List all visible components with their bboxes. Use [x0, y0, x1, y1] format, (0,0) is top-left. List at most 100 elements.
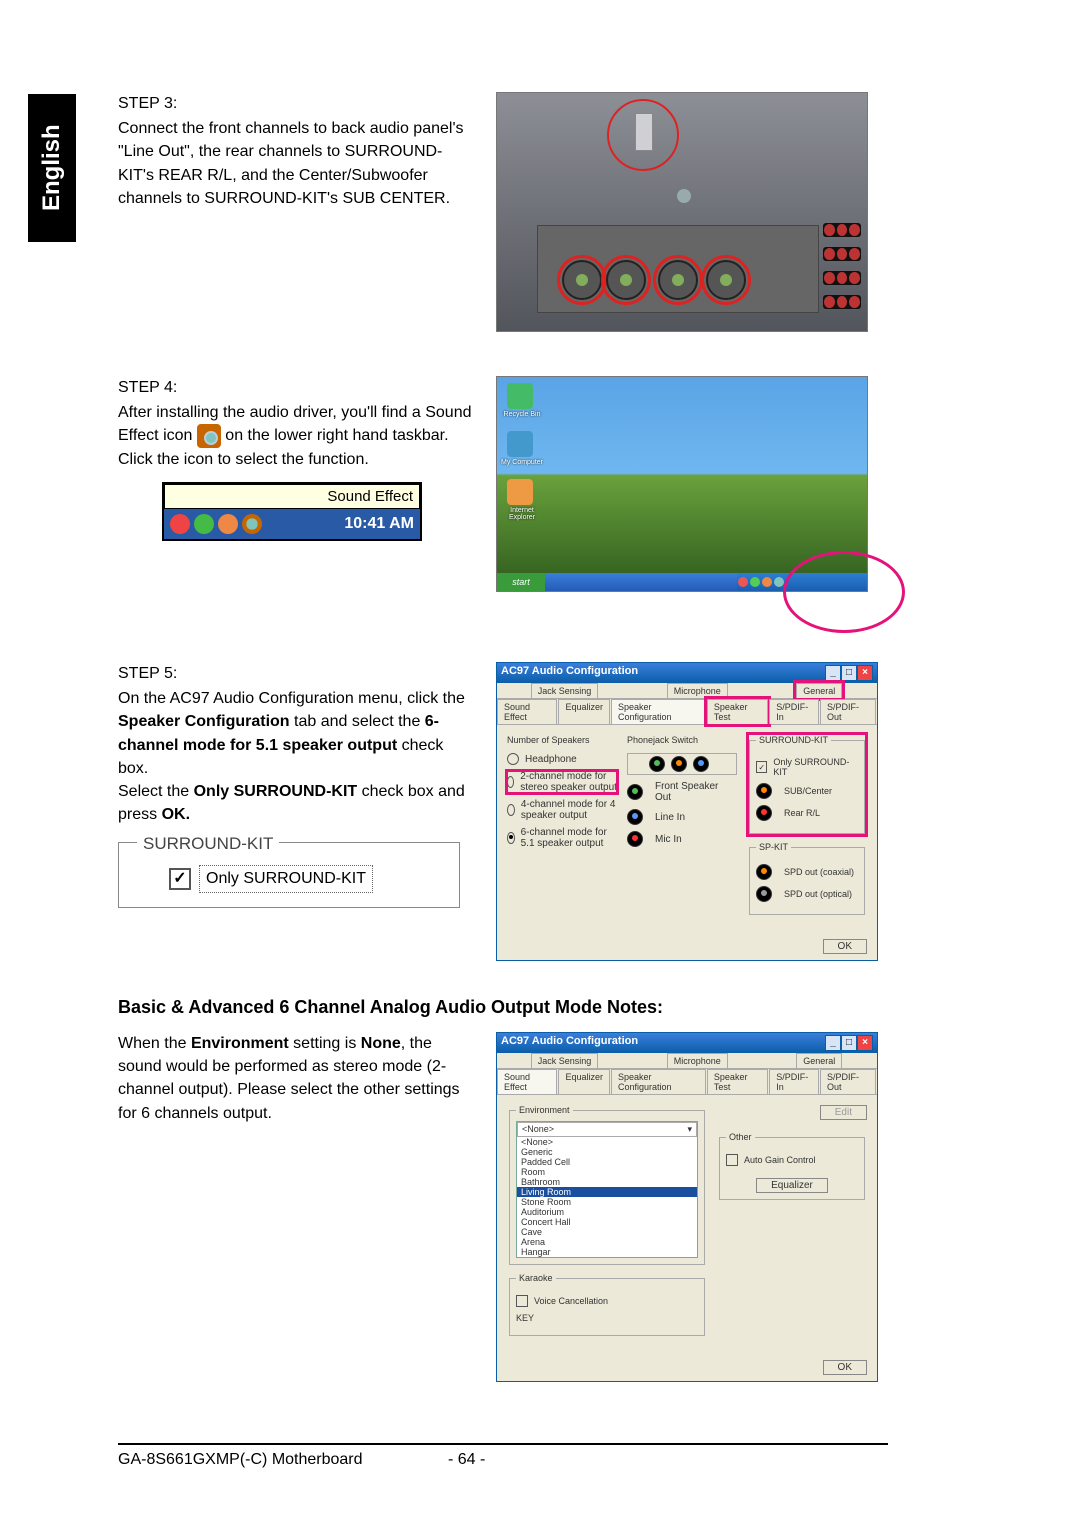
desktop-screenshot: Recycle Bin My Computer Internet Explore…: [496, 376, 868, 592]
step4-line1: After installing the audio driver, you'l…: [118, 401, 478, 448]
footer-model: GA-8S661GXMP(-C) Motherboard: [118, 1451, 448, 1469]
callout-circle: [783, 551, 905, 633]
phonejack-label: Phonejack Switch: [627, 735, 737, 745]
edit-button[interactable]: Edit: [820, 1105, 867, 1120]
step3-body: Connect the front channels to back audio…: [118, 117, 478, 210]
voice-cancel-checkbox[interactable]: [516, 1295, 528, 1307]
agc-checkbox[interactable]: [726, 1154, 738, 1166]
env-option[interactable]: Hangar: [517, 1247, 697, 1257]
minimize-icon[interactable]: _: [825, 665, 841, 681]
minimize-icon[interactable]: _: [825, 1035, 841, 1051]
step4-line1a: After installing the audio driver, you'l…: [118, 404, 472, 421]
start-button: start: [497, 573, 545, 591]
text: OK.: [162, 806, 190, 823]
jack-mic-icon: [627, 831, 643, 847]
ac97-config-dialog-1: AC97 Audio Configuration _□× Jack Sensin…: [496, 662, 878, 961]
text: When the: [118, 1035, 191, 1052]
desktop-ie-icon: [507, 479, 533, 505]
tab-speaker-test[interactable]: Speaker Test: [707, 1069, 768, 1094]
text: Speaker Configuration: [118, 713, 290, 730]
kit-legend: SURROUND-KIT: [756, 735, 831, 745]
tab-jack-sensing[interactable]: Jack Sensing: [531, 683, 599, 698]
env-option[interactable]: Padded Cell: [517, 1157, 697, 1167]
kit-rear-label: Rear R/L: [784, 808, 820, 818]
text: Only SURROUND-KIT: [194, 783, 358, 800]
tab-jack-sensing[interactable]: Jack Sensing: [531, 1053, 599, 1068]
step5-header: STEP 5:: [118, 662, 478, 685]
sound-effect-tray-icon: [242, 514, 262, 534]
tray-clock: 10:41 AM: [344, 512, 414, 535]
environment-dropdown[interactable]: <None>▾ <None>GenericPadded CellRoomBath…: [516, 1121, 698, 1258]
surround-kit-box: SURROUND-KIT Only SURROUND-KIT: [118, 842, 460, 907]
radio-6ch-label: 6-channel mode for 5.1 speaker output: [521, 827, 617, 849]
only-surround-kit-cb[interactable]: [756, 761, 767, 773]
env-option[interactable]: Living Room: [517, 1187, 697, 1197]
other-legend: Other: [726, 1132, 755, 1142]
env-option[interactable]: Auditorium: [517, 1207, 697, 1217]
env-option[interactable]: Room: [517, 1167, 697, 1177]
kit-rear-icon: [756, 805, 772, 821]
chevron-down-icon: ▾: [687, 1124, 692, 1135]
text: None: [361, 1035, 401, 1052]
kit-sub-label: SUB/Center: [784, 786, 832, 796]
key-label: KEY: [516, 1313, 534, 1323]
env-option[interactable]: Arena: [517, 1237, 697, 1247]
tab-general[interactable]: General: [796, 1053, 842, 1068]
radio-headphone-label: Headphone: [525, 754, 577, 765]
close-icon[interactable]: ×: [857, 665, 873, 681]
tray-icon: [194, 514, 214, 534]
ok-button[interactable]: OK: [823, 939, 867, 954]
tab-speaker-configuration[interactable]: Speaker Configuration: [611, 699, 706, 724]
env-option[interactable]: Stone Room: [517, 1197, 697, 1207]
tab-speaker-configuration[interactable]: Speaker Configuration: [611, 1069, 706, 1094]
tab-microphone[interactable]: Microphone: [667, 1053, 728, 1068]
radio-4ch[interactable]: [507, 804, 515, 816]
sound-effect-icon: [197, 424, 221, 448]
ok-button[interactable]: OK: [823, 1360, 867, 1375]
tab-spdif-out[interactable]: S/PDIF-Out: [820, 1069, 876, 1094]
ac97-config-dialog-2: AC97 Audio Configuration _□× Jack Sensin…: [496, 1032, 878, 1382]
tab-spdif-out[interactable]: S/PDIF-Out: [820, 699, 876, 724]
radio-4ch-label: 4-channel mode for 4 speaker output: [521, 799, 617, 821]
env-selected: <None>: [522, 1124, 554, 1135]
tab-spdif-in[interactable]: S/PDIF-In: [769, 699, 819, 724]
text: tab and select the: [290, 713, 425, 730]
jack-front-label: Front Speaker Out: [655, 781, 737, 803]
only-surround-kit-label: Only SURROUND-KIT: [199, 865, 373, 892]
env-option[interactable]: <None>: [517, 1137, 697, 1147]
maximize-icon[interactable]: □: [841, 665, 857, 681]
env-option[interactable]: Generic: [517, 1147, 697, 1157]
maximize-icon[interactable]: □: [841, 1035, 857, 1051]
step4-line1b: Effect icon: [118, 428, 197, 445]
tab-sound-effect[interactable]: Sound Effect: [497, 1069, 557, 1094]
tab-equalizer[interactable]: Equalizer: [558, 699, 610, 724]
close-icon[interactable]: ×: [857, 1035, 873, 1051]
text: setting is: [289, 1035, 361, 1052]
step3-illustration: [496, 92, 868, 332]
only-surround-kit-checkbox[interactable]: [169, 868, 191, 890]
step5-p1: On the AC97 Audio Configuration menu, cl…: [118, 687, 478, 780]
tab-sound-effect[interactable]: Sound Effect: [497, 699, 557, 724]
footer-page: - 64 -: [448, 1451, 568, 1469]
radio-2ch[interactable]: [507, 776, 514, 788]
tab-general[interactable]: General: [796, 683, 842, 698]
num-speakers-label: Number of Speakers: [507, 735, 617, 745]
taskbar-screenshot: Sound Effect 10:41 AM: [162, 482, 422, 541]
kit-sub-icon: [756, 783, 772, 799]
tab-spdif-in[interactable]: S/PDIF-In: [769, 1069, 819, 1094]
tab-microphone[interactable]: Microphone: [667, 683, 728, 698]
equalizer-button[interactable]: Equalizer: [756, 1178, 828, 1193]
jack-front-icon: [627, 784, 643, 800]
spkit-opt-label: SPD out (optical): [784, 889, 852, 899]
radio-headphone[interactable]: [507, 753, 519, 765]
jack-mic-label: Mic In: [655, 834, 682, 845]
env-option[interactable]: Bathroom: [517, 1177, 697, 1187]
env-option[interactable]: Concert Hall: [517, 1217, 697, 1227]
text: On the AC97 Audio Configuration menu, cl…: [118, 690, 465, 707]
tab-speaker-test[interactable]: Speaker Test: [707, 699, 768, 724]
env-option[interactable]: Cave: [517, 1227, 697, 1237]
radio-6ch[interactable]: [507, 832, 515, 844]
karaoke-legend: Karaoke: [516, 1273, 556, 1283]
window-buttons: _□×: [825, 665, 873, 681]
tab-equalizer[interactable]: Equalizer: [558, 1069, 610, 1094]
